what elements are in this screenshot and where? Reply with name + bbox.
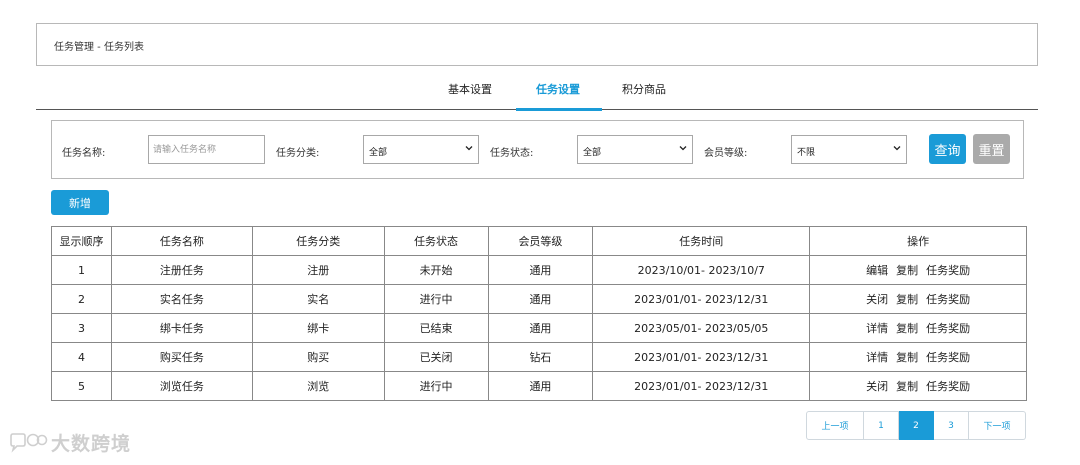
column-header: 会员等级	[487, 226, 594, 256]
task-reward-link[interactable]: 任务奖励	[926, 351, 970, 364]
close-link[interactable]: 关闭	[866, 293, 888, 306]
cell-status: 未开始	[383, 255, 489, 285]
breadcrumb: 任务管理 - 任务列表	[36, 23, 1038, 66]
add-task-button[interactable]: 新增	[51, 190, 109, 215]
page-button-3[interactable]: 3	[934, 411, 969, 440]
cell-time: 2023/01/01- 2023/12/31	[592, 342, 811, 372]
cell-time: 2023/05/01- 2023/05/05	[592, 313, 811, 343]
task-status-value: 全部	[583, 148, 602, 158]
column-header: 任务时间	[592, 226, 811, 256]
chat-bubble-logo-icon	[10, 432, 48, 453]
pagination: 上一项 1 2 3 下一项	[806, 411, 1026, 440]
task-reward-link[interactable]: 任务奖励	[926, 264, 970, 277]
column-header: 显示顺序	[51, 226, 112, 256]
task-name-label: 任务名称:	[62, 148, 106, 159]
copy-link[interactable]: 复制	[896, 351, 918, 364]
cell-status: 进行中	[383, 284, 489, 314]
chevron-down-icon	[893, 146, 901, 151]
cell-name: 实名任务	[110, 284, 253, 314]
query-button[interactable]: 查询	[929, 134, 966, 164]
cell-level: 通用	[487, 255, 594, 285]
page-button-1[interactable]: 1	[864, 411, 899, 440]
watermark: 大数跨境	[8, 429, 131, 456]
cell-name: 浏览任务	[110, 371, 253, 401]
cell-time: 2023/01/01- 2023/12/31	[592, 284, 811, 314]
prev-page-button[interactable]: 上一项	[806, 411, 864, 440]
details-link[interactable]: 详情	[866, 322, 888, 335]
cell-category: 购买	[251, 342, 385, 372]
details-link[interactable]: 详情	[866, 351, 888, 364]
cell-status: 已关闭	[383, 342, 489, 372]
cell-category: 实名	[251, 284, 385, 314]
copy-link[interactable]: 复制	[896, 293, 918, 306]
task-status-select[interactable]: 全部	[577, 135, 693, 164]
cell-level: 通用	[487, 284, 594, 314]
cell-order: 1	[51, 255, 112, 285]
table-row: 2 实名任务 实名 进行中 通用 2023/01/01- 2023/12/31 …	[51, 284, 1027, 314]
copy-link[interactable]: 复制	[896, 322, 918, 335]
cell-category: 注册	[251, 255, 385, 285]
page-button-2[interactable]: 2	[899, 411, 934, 440]
cell-name: 绑卡任务	[110, 313, 253, 343]
column-header: 操作	[809, 226, 1027, 256]
cell-level: 通用	[487, 313, 594, 343]
cell-status: 进行中	[383, 371, 489, 401]
task-table: 显示顺序 任务名称 任务分类 任务状态 会员等级 任务时间 操作 1 注册任务 …	[51, 226, 1027, 401]
cell-status: 已结束	[383, 313, 489, 343]
tab-task-settings[interactable]: 任务设置	[536, 81, 580, 97]
cell-category: 绑卡	[251, 313, 385, 343]
cell-time: 2023/10/01- 2023/10/7	[592, 255, 811, 285]
cell-name: 注册任务	[110, 255, 253, 285]
cell-actions: 详情 复制 任务奖励	[809, 342, 1027, 372]
cell-category: 浏览	[251, 371, 385, 401]
task-name-input[interactable]	[148, 135, 265, 164]
copy-link[interactable]: 复制	[896, 380, 918, 393]
watermark-text: 大数跨境	[51, 433, 132, 455]
task-reward-link[interactable]: 任务奖励	[926, 380, 970, 393]
member-level-label: 会员等级:	[704, 148, 748, 159]
table-header-row: 显示顺序 任务名称 任务分类 任务状态 会员等级 任务时间 操作	[51, 226, 1027, 256]
member-level-select[interactable]: 不限	[791, 135, 907, 164]
chevron-down-icon	[679, 146, 687, 151]
column-header: 任务分类	[251, 226, 385, 256]
tab-bar: 基本设置 任务设置 积分商品	[36, 70, 1038, 111]
cell-actions: 详情 复制 任务奖励	[809, 313, 1027, 343]
task-reward-link[interactable]: 任务奖励	[926, 293, 970, 306]
task-category-label: 任务分类:	[276, 148, 320, 159]
column-header: 任务状态	[383, 226, 489, 256]
tab-points-products[interactable]: 积分商品	[622, 81, 666, 97]
breadcrumb-text: 任务管理 - 任务列表	[54, 42, 144, 53]
cell-actions: 编辑 复制 任务奖励	[809, 255, 1027, 285]
cell-actions: 关闭 复制 任务奖励	[809, 371, 1027, 401]
task-reward-link[interactable]: 任务奖励	[926, 322, 970, 335]
column-header: 任务名称	[110, 226, 253, 256]
task-category-select[interactable]: 全部	[363, 135, 479, 164]
cell-name: 购买任务	[110, 342, 253, 372]
table-row: 5 浏览任务 浏览 进行中 通用 2023/01/01- 2023/12/31 …	[51, 371, 1027, 401]
cell-order: 5	[51, 371, 112, 401]
next-page-button[interactable]: 下一项	[969, 411, 1026, 440]
edit-link[interactable]: 编辑	[866, 264, 888, 277]
active-tab-indicator	[516, 108, 602, 111]
cell-order: 2	[51, 284, 112, 314]
task-status-label: 任务状态:	[490, 148, 534, 159]
member-level-value: 不限	[797, 148, 816, 158]
table-row: 4 购买任务 购买 已关闭 钻石 2023/01/01- 2023/12/31 …	[51, 342, 1027, 372]
cell-time: 2023/01/01- 2023/12/31	[592, 371, 811, 401]
task-category-value: 全部	[369, 148, 388, 158]
cell-actions: 关闭 复制 任务奖励	[809, 284, 1027, 314]
filter-panel: 任务名称: 任务分类: 全部 任务状态: 全部 会员等级: 不限 查询 重置	[51, 120, 1024, 179]
copy-link[interactable]: 复制	[896, 264, 918, 277]
cell-level: 通用	[487, 371, 594, 401]
table-row: 1 注册任务 注册 未开始 通用 2023/10/01- 2023/10/7 编…	[51, 255, 1027, 285]
reset-button[interactable]: 重置	[973, 134, 1010, 164]
cell-level: 钻石	[487, 342, 594, 372]
chevron-down-icon	[465, 146, 473, 151]
tab-basic-settings[interactable]: 基本设置	[448, 81, 492, 97]
close-link[interactable]: 关闭	[866, 380, 888, 393]
cell-order: 3	[51, 313, 112, 343]
cell-order: 4	[51, 342, 112, 372]
table-row: 3 绑卡任务 绑卡 已结束 通用 2023/05/01- 2023/05/05 …	[51, 313, 1027, 343]
